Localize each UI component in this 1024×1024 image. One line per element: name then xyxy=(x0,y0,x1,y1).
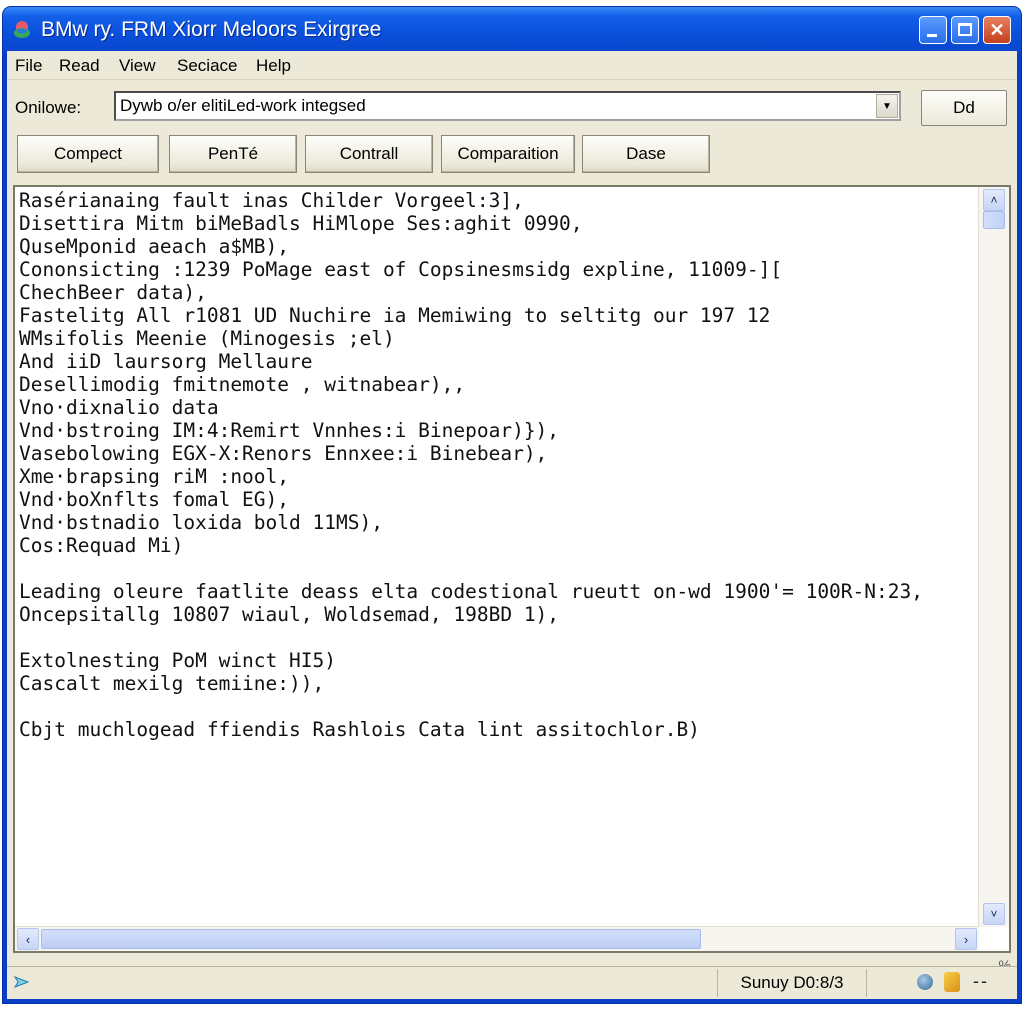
scroll-down-icon[interactable]: ˅ xyxy=(983,903,1005,925)
menu-seciace[interactable]: Seciace xyxy=(177,56,237,76)
close-icon: ✕ xyxy=(989,19,1005,40)
text-editor[interactable]: Rasérianaing fault inas Childer Vorgeel:… xyxy=(13,185,1011,953)
text-line: Vnd·bstnadio loxida bold 11MS), xyxy=(19,511,383,534)
menu-view[interactable]: View xyxy=(119,56,156,76)
window-title: BMw ry. FRM Xiorr Meloors Exirgree xyxy=(41,18,382,41)
text-line: Rasérianaing fault inas Childer Vorgeel:… xyxy=(19,189,524,212)
text-line: Vnd·bstroing IM:4:Remirt Vnnhes:i Binepo… xyxy=(19,419,560,442)
maximize-icon xyxy=(958,23,972,36)
text-line: Disettira Mitm biMeBadls HiMlope Ses:agh… xyxy=(19,212,583,235)
text-line: Cascalt mexilg temiine:)), xyxy=(19,672,325,695)
tray-dash: -- xyxy=(973,971,989,991)
client-area: File Read View Seciace Help Onilowe: Dyw… xyxy=(7,51,1017,999)
text-line xyxy=(19,557,973,580)
text-line: Fastelitg All r1081 UD Nuchire ia Memiwi… xyxy=(19,304,771,327)
text-line: And iiD laursorg Mellaure xyxy=(19,350,313,373)
app-window: BMw ry. FRM Xiorr Meloors Exirgree ✕ Fil… xyxy=(3,7,1021,1003)
address-label: Onilowe: xyxy=(15,98,82,117)
close-button[interactable]: ✕ xyxy=(983,16,1011,44)
text-line xyxy=(19,626,973,649)
security-icon[interactable] xyxy=(944,972,960,992)
text-line: Extolnesting PoM winct HI5) xyxy=(19,649,336,672)
menu-bar: File Read View Seciace Help xyxy=(7,51,1017,80)
address-input[interactable]: Dywb o/er elitiLed-work integsed xyxy=(120,96,366,116)
horizontal-scroll-thumb[interactable] xyxy=(41,929,701,949)
text-line: WMsifolis Meenie (Minogesis ;el) xyxy=(19,327,395,350)
title-bar[interactable]: BMw ry. FRM Xiorr Meloors Exirgree ✕ xyxy=(3,7,1021,51)
dase-button[interactable]: Dase xyxy=(582,135,710,173)
menu-read[interactable]: Read xyxy=(59,56,100,76)
horizontal-scrollbar[interactable]: ‹ › xyxy=(15,926,979,951)
menu-file[interactable]: File xyxy=(15,56,42,76)
scroll-up-icon[interactable]: ˄ xyxy=(983,189,1005,211)
minimize-button[interactable] xyxy=(919,16,947,44)
address-row: Onilowe: Dywb o/er elitiLed-work integse… xyxy=(7,87,1017,127)
scroll-right-icon[interactable]: › xyxy=(955,928,977,950)
text-line: Vnd·boXnflts fomal EG), xyxy=(19,488,290,511)
text-line: Cos:Requad Mi) xyxy=(19,534,184,557)
vertical-scrollbar[interactable]: ˄ ˅ xyxy=(978,187,1009,927)
address-combobox[interactable]: Dywb o/er elitiLed-work integsed ▼ xyxy=(114,91,901,121)
text-line: ChechBeer data), xyxy=(19,281,207,304)
go-button[interactable]: Dd xyxy=(921,90,1007,126)
text-content[interactable]: Rasérianaing fault inas Childer Vorgeel:… xyxy=(19,189,973,927)
app-icon xyxy=(14,21,30,38)
text-line: Vno·dixnalio data xyxy=(19,396,219,419)
status-text: Sunuy D0:8/3 xyxy=(717,969,867,997)
text-line xyxy=(19,695,973,718)
text-line: Oncepsitallg 10807 wiaul, Woldsemad, 198… xyxy=(19,603,560,626)
pente-button[interactable]: PenTé xyxy=(169,135,297,173)
text-line: Cbjt muchlogead ffiendis Rashlois Cata l… xyxy=(19,718,700,741)
text-line: Desellimodig fmitnemote , witnabear),, xyxy=(19,373,466,396)
chevron-down-icon[interactable]: ▼ xyxy=(876,94,898,118)
text-line: Cononsicting :1239 PoMage east of Copsin… xyxy=(19,258,783,281)
contrall-button[interactable]: Contrall xyxy=(305,135,433,173)
status-bar: Sunuy D0:8/3 -- xyxy=(7,966,1017,999)
text-line: Xme·brapsing riM :nool, xyxy=(19,465,290,488)
text-line: Leading oleure faatlite deass elta codes… xyxy=(19,580,923,603)
minimize-icon xyxy=(927,34,937,37)
vertical-scroll-thumb[interactable] xyxy=(983,211,1005,229)
play-arrow-icon xyxy=(13,976,30,988)
compect-button[interactable]: Compect xyxy=(17,135,159,173)
maximize-button[interactable] xyxy=(951,16,979,44)
text-line: Vasebolowing EGX-X:Renors Ennxee:i Bineb… xyxy=(19,442,548,465)
network-icon[interactable] xyxy=(917,974,933,990)
scroll-left-icon[interactable]: ‹ xyxy=(17,928,39,950)
text-line: QuseMponid aeach a$MB), xyxy=(19,235,290,258)
menu-help[interactable]: Help xyxy=(256,56,291,76)
toolbar: Compect PenTé Contrall Comparaition Dase xyxy=(7,131,1017,177)
comparation-button[interactable]: Comparaition xyxy=(441,135,575,173)
